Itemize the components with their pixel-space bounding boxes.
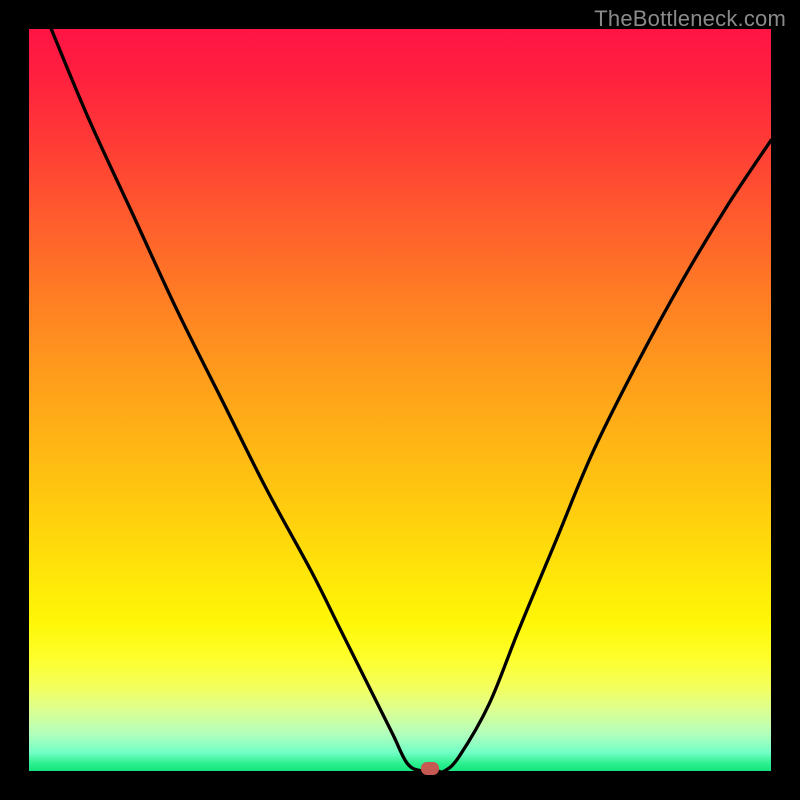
chart-frame: TheBottleneck.com: [0, 0, 800, 800]
bottleneck-curve: [29, 29, 771, 771]
plot-area: [29, 29, 771, 771]
optimum-marker: [421, 762, 439, 775]
